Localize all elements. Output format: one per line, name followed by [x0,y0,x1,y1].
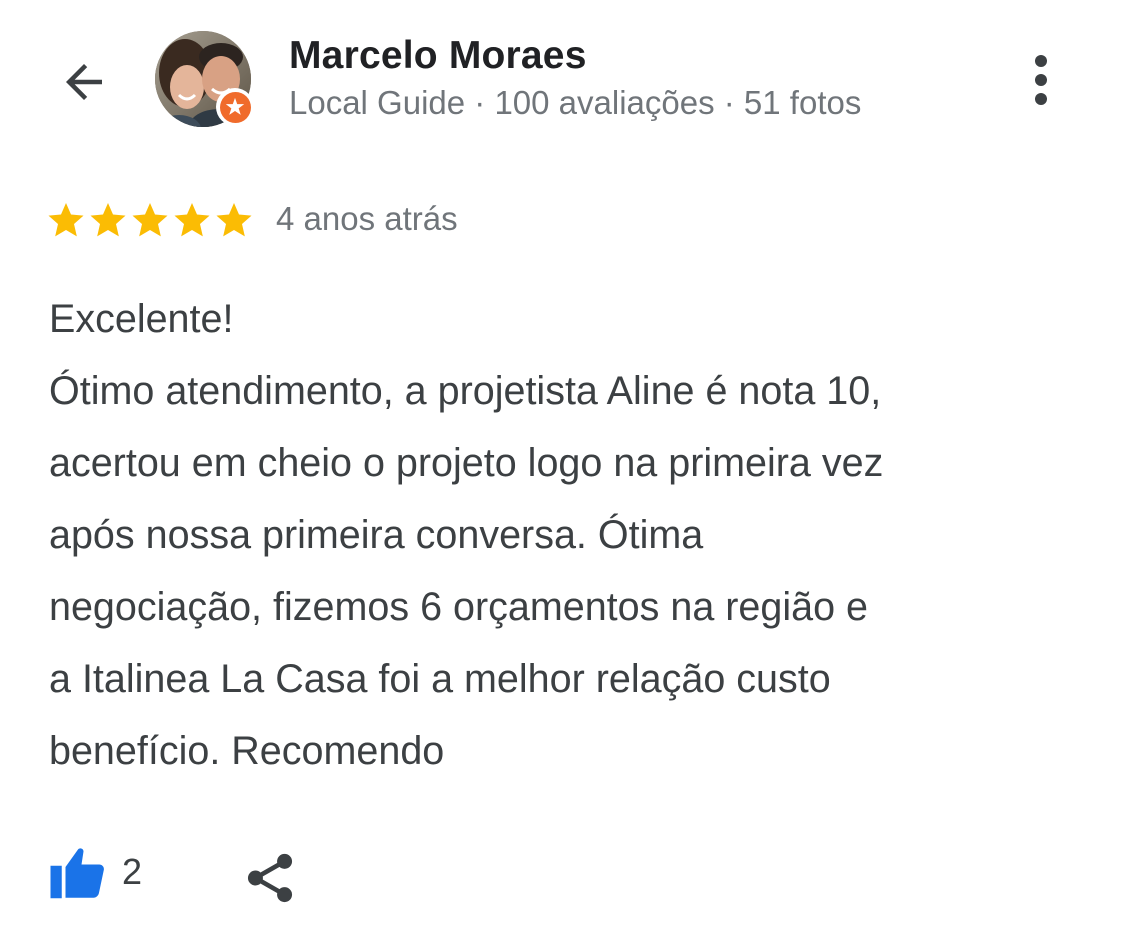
user-meta: Local Guide · 100 avaliações · 51 fotos [289,84,862,121]
user-avatar-container[interactable] [155,31,254,129]
review-line: após nossa primeira conversa. Ótima [49,513,704,557]
more-vert-icon [1035,55,1047,105]
review-line: benefício. Recomendo [49,729,445,773]
more-options-button[interactable] [1015,50,1067,110]
share-button[interactable] [243,850,297,906]
user-name[interactable]: Marcelo Moraes [289,34,587,78]
review-line: negociação, fizemos 6 orçamentos na regi… [49,585,869,629]
review-line: Ótimo atendimento, a projetista Aline é … [49,369,882,413]
share-icon [247,853,293,903]
star-rating [46,200,254,240]
star-icon [132,203,168,237]
local-guide-star-icon [225,97,245,115]
star-icon [174,203,210,237]
thumbs-up-icon [50,848,104,899]
review-line: acertou em cheio o projeto logo na prime… [49,441,884,485]
review-line: Excelente! [49,297,234,341]
like-count: 2 [122,851,143,892]
review-time: 4 anos atrás [276,200,458,237]
like-button[interactable]: 2 [48,843,142,901]
star-icon [90,203,126,237]
local-guide-badge [216,88,254,126]
back-button[interactable] [52,50,116,114]
review-text: Excelente! Ótimo atendimento, a projetis… [49,283,1089,787]
star-icon [48,203,84,237]
review-line: a Italinea La Casa foi a melhor relação … [49,657,831,701]
star-icon [216,203,252,237]
arrow-left-icon [66,64,102,100]
